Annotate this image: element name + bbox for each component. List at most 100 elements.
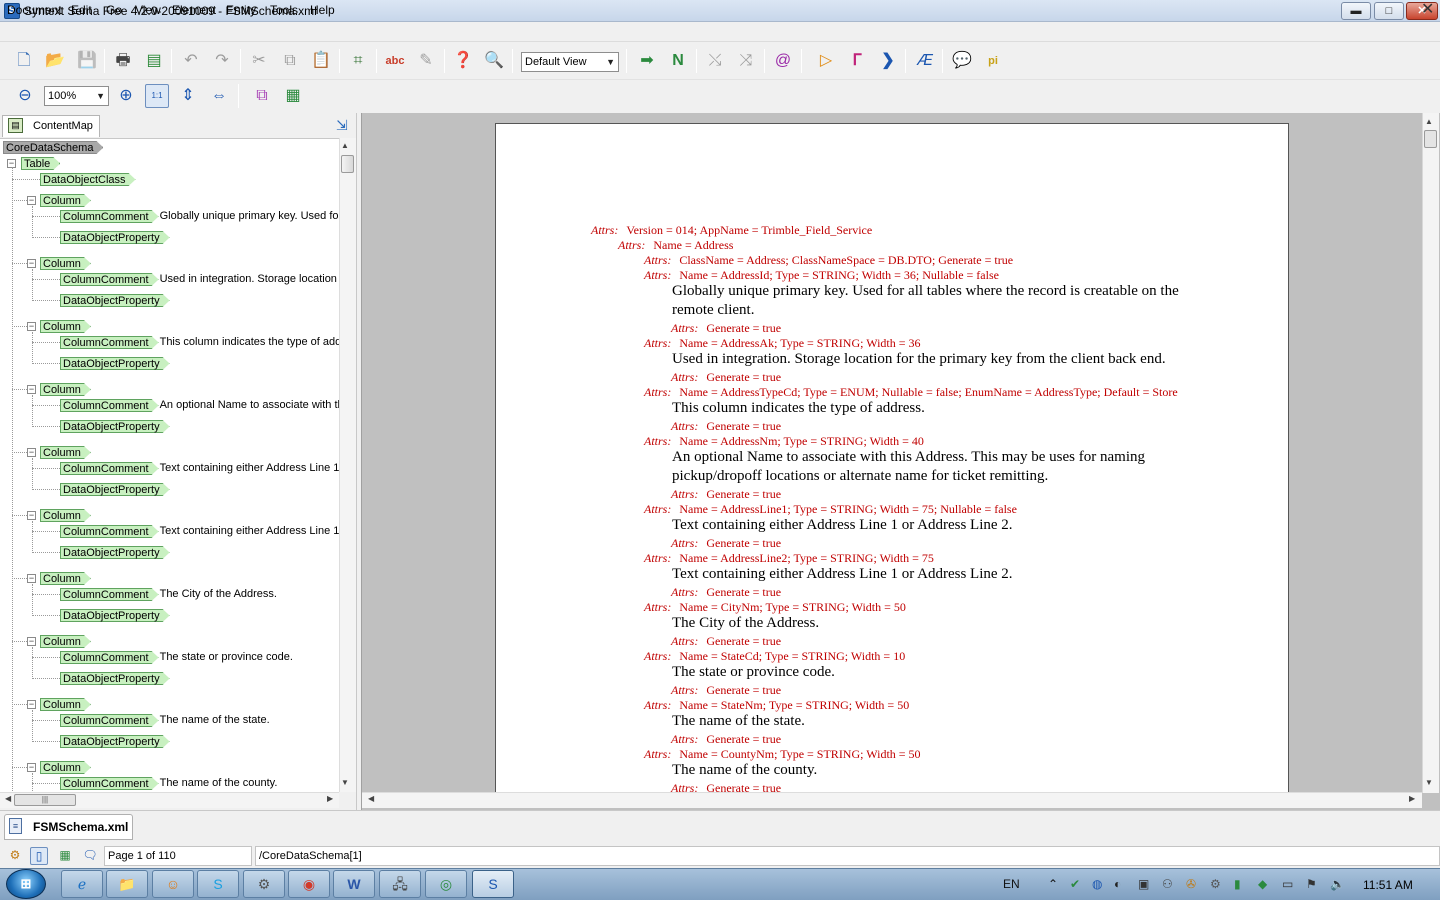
split-element-icon[interactable]: ⤯	[703, 49, 727, 73]
attrs-line[interactable]: Attrs: Name = CityNm; Type = STRING; Widt…	[644, 600, 906, 615]
tree-node-dataobjectproperty[interactable]: DataObjectProperty	[60, 294, 170, 307]
column-comment-text[interactable]: The name of the state.	[672, 713, 805, 730]
tree-node-columncomment[interactable]: ColumnComment Text containing either Addr…	[60, 462, 339, 475]
scroll-up-icon[interactable]: ▲	[1425, 117, 1433, 126]
help-icon[interactable]: ❓	[451, 49, 475, 73]
redo-icon[interactable]: ↷	[210, 49, 234, 73]
panel-options-icon[interactable]: ⇲	[336, 117, 348, 134]
collapse-toggle-icon[interactable]: −	[27, 637, 36, 646]
menu-help[interactable]: Help	[310, 3, 335, 17]
zoom-out-icon[interactable]: ⊖	[13, 84, 37, 108]
column-comment-text[interactable]: Used in integration. Storage location fo…	[672, 351, 1166, 368]
actual-size-button[interactable]: 1:1	[145, 84, 169, 108]
fit-height-icon[interactable]: ⇕	[176, 84, 200, 108]
validation-icon[interactable]: ⚙	[6, 847, 24, 865]
map-view-icon[interactable]: ▦	[56, 847, 74, 865]
flag-icon[interactable]: ᒥ	[845, 49, 869, 73]
save-icon[interactable]: 💾	[75, 49, 99, 73]
language-indicator[interactable]: EN	[1003, 877, 1020, 891]
tree-node-columncomment[interactable]: ColumnComment The City of the Address.	[60, 588, 277, 601]
taskbar-serna-icon[interactable]: S	[472, 870, 514, 898]
tree-node-dataobjectproperty[interactable]: DataObjectProperty	[60, 483, 170, 496]
minimize-button[interactable]: ▬	[1341, 2, 1371, 20]
column-comment-text[interactable]: Text containing either Address Line 1 or…	[672, 517, 1013, 534]
comment-icon[interactable]: 💬	[950, 49, 974, 73]
tree-node-column[interactable]: Column	[40, 635, 91, 648]
menu-tools[interactable]: Tools	[270, 3, 298, 17]
taskbar-chrome-icon[interactable]: ◉	[288, 870, 330, 898]
tray-device-icon[interactable]: ▣	[1138, 877, 1149, 891]
collapse-toggle-icon[interactable]: −	[27, 196, 36, 205]
attrs-line[interactable]: Attrs: Name = AddressTypeCd; Type = ENUM;…	[644, 385, 1178, 400]
menu-document[interactable]: Document	[7, 3, 62, 17]
attrs-line[interactable]: Attrs: Version = 014; AppName = Trimble_F…	[591, 223, 872, 238]
attrs-line[interactable]: Attrs: Generate = true	[671, 487, 781, 502]
attributes-icon[interactable]: @	[771, 49, 795, 73]
structure-icon[interactable]: ⧉	[250, 84, 274, 108]
tree-node-dataobjectproperty[interactable]: DataObjectProperty	[60, 735, 170, 748]
paste-icon[interactable]: 📋	[309, 49, 333, 73]
tree-node-columncomment[interactable]: ColumnComment An optional Name to associa…	[60, 399, 339, 412]
scroll-right-icon[interactable]: ▶	[1409, 794, 1415, 803]
tree-hscroll-thumb[interactable]: |||	[14, 794, 76, 806]
menu-edit[interactable]: Edit	[71, 3, 92, 17]
tree-node-column[interactable]: Column	[40, 320, 91, 333]
attrs-line[interactable]: Attrs: Generate = true	[671, 536, 781, 551]
tree-node-dataobjectproperty[interactable]: DataObjectProperty	[60, 672, 170, 685]
column-comment-text[interactable]: An optional Name to associate with this …	[672, 449, 1145, 466]
tree-node-columncomment[interactable]: ColumnComment The state or province code.	[60, 651, 293, 664]
start-button-icon[interactable]: ⊞	[6, 869, 46, 899]
scroll-down-icon[interactable]: ▼	[1425, 778, 1433, 787]
context-help-icon[interactable]: 🔍	[482, 49, 506, 73]
taskbar-ie-icon[interactable]: ℯ	[61, 870, 103, 898]
zoom-select[interactable]: 100% ▼	[44, 86, 109, 106]
taskbar-explorer-icon[interactable]: 📁	[106, 870, 148, 898]
tree-node-table[interactable]: Table	[21, 157, 60, 170]
tree-node-column[interactable]: Column	[40, 257, 91, 270]
taskbar-tool-icon[interactable]: ⚙	[243, 870, 285, 898]
tray-usb-icon[interactable]: ⚇	[1162, 877, 1173, 891]
tray-security-icon[interactable]: ✔	[1070, 877, 1080, 891]
scroll-down-icon[interactable]: ▼	[341, 778, 349, 787]
document-vertical-scrollbar[interactable]	[1422, 113, 1439, 793]
attrs-line[interactable]: Attrs: Name = AddressId; Type = STRING; W…	[644, 268, 999, 283]
scroll-left-icon[interactable]: ◀	[368, 794, 374, 803]
attrs-line[interactable]: Attrs: Generate = true	[671, 419, 781, 434]
attrs-line[interactable]: Attrs: Generate = true	[671, 321, 781, 336]
scroll-up-icon[interactable]: ▲	[341, 141, 349, 150]
column-comment-text[interactable]: The name of the county.	[672, 762, 817, 779]
tree-node-columncomment[interactable]: ColumnComment The name of the county.	[60, 777, 277, 790]
tree-node-column[interactable]: Column	[40, 761, 91, 774]
fit-width-icon[interactable]: ⇔	[207, 84, 231, 108]
taskbar-app-icon[interactable]: ☺	[152, 870, 194, 898]
cut-icon[interactable]: ✂	[247, 49, 271, 73]
close-document-icon[interactable]: ✕	[1421, 1, 1434, 19]
attrs-line[interactable]: Attrs: Generate = true	[671, 683, 781, 698]
tree-node-column[interactable]: Column	[40, 194, 91, 207]
scroll-left-icon[interactable]: ◀	[5, 794, 11, 803]
tray-tool-icon[interactable]: ✇	[1186, 877, 1196, 891]
page-view-icon[interactable]: ▯	[30, 847, 48, 865]
column-comment-text[interactable]: Globally unique primary key. Used for al…	[672, 283, 1179, 300]
tree-node-columncomment[interactable]: ColumnComment This column indicates the t…	[60, 336, 339, 349]
tray-flag-icon[interactable]: ⚑	[1306, 877, 1317, 891]
entity-icon[interactable]: Æ	[913, 49, 937, 73]
scroll-right-icon[interactable]: ▶	[327, 794, 333, 803]
collapse-toggle-icon[interactable]: −	[27, 385, 36, 394]
collapse-toggle-icon[interactable]: −	[27, 259, 36, 268]
processing-instruction-icon[interactable]: pi	[981, 49, 1005, 73]
print-icon[interactable]: 🖶	[111, 49, 135, 73]
play-icon[interactable]: ▷	[814, 49, 838, 73]
collapse-toggle-icon[interactable]: −	[27, 763, 36, 772]
tree-node-dataobjectproperty[interactable]: DataObjectProperty	[60, 609, 170, 622]
tree-scroll-thumb[interactable]	[341, 155, 354, 173]
attrs-line[interactable]: Attrs: Name = AddressAk; Type = STRING; W…	[644, 336, 921, 351]
tray-expand-icon[interactable]: ⌃	[1048, 877, 1058, 891]
tree-node-dataobjectproperty[interactable]: DataObjectProperty	[60, 357, 170, 370]
tree-node-columncomment[interactable]: ColumnComment The name of the state.	[60, 714, 270, 727]
view-select[interactable]: Default View ▼	[521, 52, 619, 72]
attrs-line[interactable]: Attrs: Name = AddressLine1; Type = STRING…	[644, 502, 1017, 517]
tray-app-icon[interactable]: ⚙	[1210, 877, 1221, 891]
taskbar-word-icon[interactable]: W	[333, 870, 375, 898]
join-element-icon[interactable]: ⤨	[734, 49, 758, 73]
